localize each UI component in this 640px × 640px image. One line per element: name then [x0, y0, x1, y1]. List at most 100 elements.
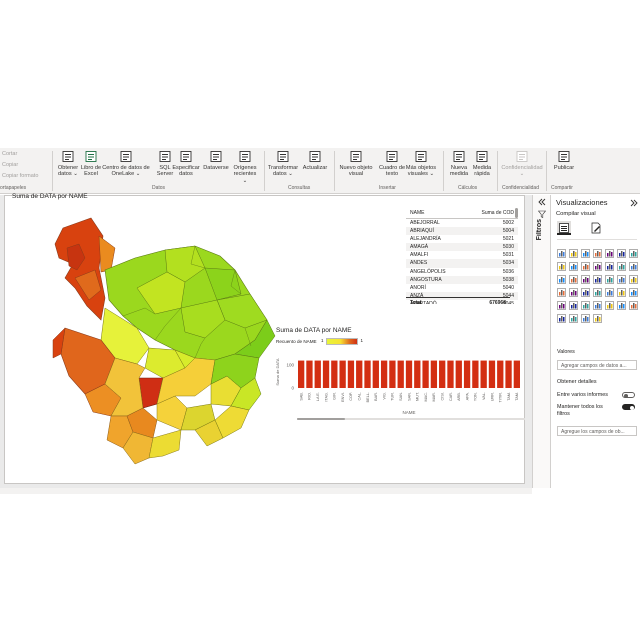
azure-map-icon[interactable] — [557, 284, 566, 297]
table-row[interactable]: ANORÍ 5040 — [406, 284, 518, 292]
ribbon-button-origenes[interactable]: Orígenes recientes ⌄ — [232, 150, 258, 184]
bar[interactable] — [389, 360, 396, 388]
clustered-bar-icon[interactable] — [581, 245, 590, 258]
table-row[interactable]: ANGELÓPOLIS 5036 — [406, 268, 518, 276]
more-icon[interactable] — [593, 310, 602, 323]
power-apps-icon[interactable] — [569, 310, 578, 323]
qa-icon[interactable] — [617, 297, 626, 310]
bar[interactable] — [414, 360, 421, 388]
line-stacked-icon[interactable] — [593, 258, 602, 271]
matrix-icon[interactable] — [557, 297, 566, 310]
bar[interactable] — [422, 360, 429, 388]
cut-button[interactable]: Cortar — [2, 151, 17, 157]
stacked-column-icon[interactable] — [569, 245, 578, 258]
table-row[interactable]: ABEJORRAL 5002 — [406, 219, 518, 227]
bar[interactable] — [505, 360, 512, 388]
ribbon-button-especificar[interactable]: Especificar datos — [172, 150, 200, 178]
line-icon[interactable] — [629, 245, 638, 258]
python-visual-icon[interactable] — [581, 297, 590, 310]
bar[interactable] — [405, 360, 413, 388]
multi-card-icon[interactable] — [593, 284, 602, 297]
gauge-icon[interactable] — [569, 284, 578, 297]
pie-icon[interactable] — [569, 271, 578, 284]
shape-map-icon[interactable] — [629, 271, 638, 284]
table-row[interactable]: ANGOSTURA 5038 — [406, 275, 518, 284]
table-row[interactable]: AMAGÁ 5030 — [406, 243, 518, 252]
card-icon[interactable] — [581, 284, 590, 297]
funnel-icon[interactable] — [629, 258, 638, 271]
clustered-column-icon[interactable] — [593, 245, 602, 258]
key-influencers-icon[interactable] — [593, 297, 602, 310]
bar[interactable] — [347, 360, 355, 388]
ribbon-button-excel[interactable]: Libro de Excel — [78, 150, 104, 178]
bar[interactable] — [331, 360, 338, 388]
ribbon-button-publicar[interactable]: Publicar — [551, 150, 577, 171]
table-visual[interactable]: NAME Suma de COD ABEJORRAL 5002 ABRIAQUÍ 50… — [406, 208, 518, 308]
bar-chart[interactable]: Suma de DATA 0 100 SAB. RIO. LA E. ITAG. GIR. EN… — [273, 346, 525, 470]
paginated-icon[interactable] — [557, 310, 566, 323]
col-header-name[interactable]: NAME — [410, 210, 424, 216]
ribbon-button-transformar[interactable]: Transformar datos ⌄ — [268, 150, 298, 178]
bar[interactable] — [430, 360, 438, 388]
table-row[interactable]: ALEJANDRÍA 5021 — [406, 235, 518, 243]
report-page[interactable]: Suma de DATA por NAME NAME Suma de COD A… — [4, 193, 525, 484]
copy-button[interactable]: Copiar — [2, 162, 18, 168]
filled-map-icon[interactable] — [617, 271, 626, 284]
ribbon-button-actualizar[interactable]: Actualizar — [302, 150, 328, 171]
stacked-bar-icon[interactable] — [557, 245, 566, 258]
bar[interactable] — [339, 360, 346, 388]
values-drop-zone[interactable]: Agregar campos de datos a... — [557, 360, 637, 370]
expand-pane-icon[interactable] — [630, 199, 638, 207]
r-visual-icon[interactable] — [569, 297, 578, 310]
area-icon[interactable] — [557, 258, 566, 271]
ribbon-button-conf[interactable]: Confidencialidad ⌄ — [501, 150, 543, 178]
power-automate-icon[interactable] — [581, 310, 590, 323]
table-row[interactable]: AMALFI 5031 — [406, 251, 518, 259]
chart-scrollbar-thumb[interactable] — [297, 418, 345, 420]
map-region[interactable] — [54, 217, 106, 321]
bar[interactable] — [497, 360, 504, 388]
decomposition-icon[interactable] — [605, 297, 614, 310]
cross-report-toggle[interactable] — [622, 392, 635, 398]
col-header-cod[interactable]: Suma de COD — [481, 210, 514, 216]
bar[interactable] — [356, 360, 363, 388]
bar[interactable] — [472, 360, 479, 388]
bar[interactable] — [397, 360, 404, 388]
waterfall-icon[interactable] — [617, 258, 626, 271]
bar[interactable] — [364, 360, 371, 388]
bar[interactable] — [463, 360, 471, 388]
build-visual-tab[interactable] — [557, 221, 571, 235]
keep-filters-toggle[interactable] — [622, 404, 635, 410]
map-region[interactable] — [98, 235, 116, 273]
filters-label[interactable]: Filtros — [536, 219, 543, 240]
format-painter-button[interactable]: Copiar formato — [2, 173, 38, 179]
bar[interactable] — [447, 360, 454, 388]
bar[interactable] — [380, 360, 388, 388]
ribbon-button-dataverse[interactable]: Dataverse — [203, 150, 229, 171]
bar[interactable] — [480, 360, 487, 388]
treemap-icon[interactable] — [593, 271, 602, 284]
bar[interactable] — [455, 360, 462, 388]
bar[interactable] — [306, 360, 313, 388]
bar[interactable] — [439, 360, 446, 388]
filters-pane[interactable]: Filtros — [532, 195, 550, 488]
ribbon-button-mas[interactable]: Más objetos visuales ⌄ — [404, 150, 438, 178]
ribbon-button-nuevo[interactable]: Nuevo objeto visual — [339, 150, 373, 178]
line-column-icon[interactable] — [581, 258, 590, 271]
table-icon[interactable] — [629, 284, 638, 297]
ribbon-button-rapida[interactable]: Medida rápida — [469, 150, 495, 178]
scatter-icon[interactable] — [557, 271, 566, 284]
slicer-icon[interactable] — [617, 284, 626, 297]
table-row[interactable]: ANDES 5034 — [406, 259, 518, 268]
bar[interactable] — [298, 360, 305, 388]
ribbon-icon[interactable] — [605, 258, 614, 271]
100-bar-icon[interactable] — [605, 245, 614, 258]
map-icon[interactable] — [605, 271, 614, 284]
kpi-icon[interactable] — [605, 284, 614, 297]
bar[interactable] — [314, 360, 321, 388]
table-scrollbar[interactable] — [515, 208, 518, 218]
ribbon-button-onelake[interactable]: Centro de datos de OneLake ⌄ — [102, 150, 150, 178]
100-column-icon[interactable] — [617, 245, 626, 258]
bar[interactable] — [488, 360, 496, 388]
table-row[interactable]: ABRIAQUÍ 5004 — [406, 227, 518, 236]
